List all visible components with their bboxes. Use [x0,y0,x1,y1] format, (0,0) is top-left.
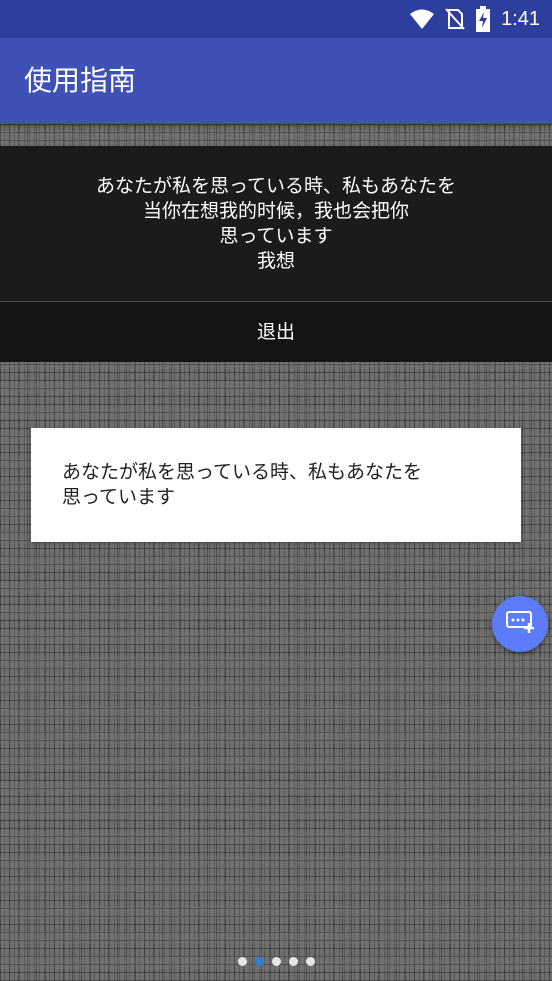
page-dot[interactable] [305,957,315,966]
page-title: 使用指南 [24,64,137,97]
status-icons: 1:41 [409,5,540,33]
page-dot[interactable] [254,957,264,966]
card-text: あなたが私を思っている時、私もあなたを 思っています [62,461,423,508]
message-dialog: あなたが私を思っている時、私もあなたを 当你在想我的时候，我也会把你 思っていま… [0,146,552,362]
battery-charging-icon [475,6,491,32]
app-bar: 使用指南 [0,38,552,124]
text-card: あなたが私を思っている時、私もあなたを 思っています [31,428,521,542]
no-sim-icon [445,7,465,31]
status-bar: 1:41 [0,0,552,38]
dialog-message: あなたが私を思っている時、私もあなたを 当你在想我的时候，我也会把你 思っていま… [95,175,457,272]
page-dot[interactable] [288,957,298,966]
exit-button[interactable]: 退出 [0,302,552,362]
message-add-icon [505,609,535,639]
page-dot[interactable] [237,957,247,966]
page-dot[interactable] [271,957,281,966]
floating-action-button[interactable] [492,596,548,652]
wifi-icon [409,8,435,30]
page-indicator [0,957,552,969]
status-time: 1:41 [501,7,540,30]
